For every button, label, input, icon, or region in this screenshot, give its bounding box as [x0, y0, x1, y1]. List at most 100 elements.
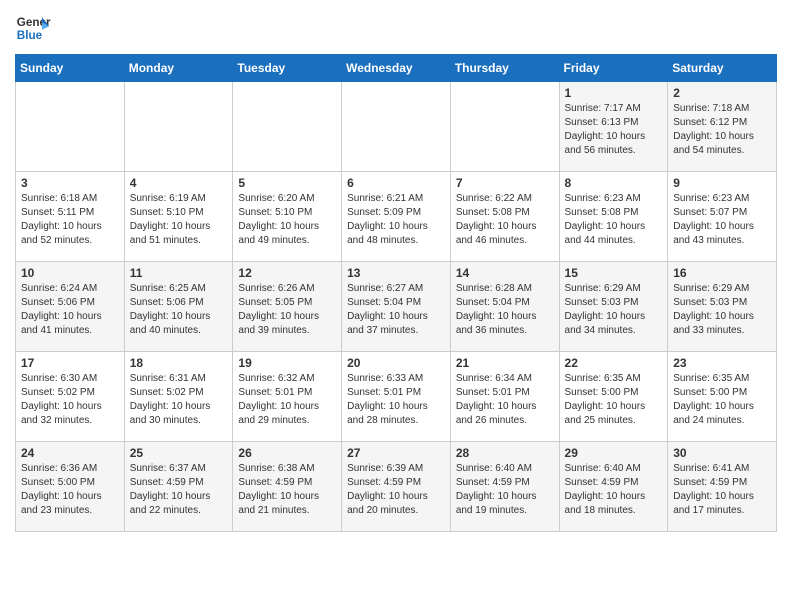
day-info: Sunrise: 6:21 AM Sunset: 5:09 PM Dayligh…	[347, 192, 445, 248]
page-header: General Blue	[15, 10, 777, 46]
day-info: Sunrise: 6:39 AM Sunset: 4:59 PM Dayligh…	[347, 462, 445, 518]
calendar-cell: 28 Sunrise: 6:40 AM Sunset: 4:59 PM Dayli…	[450, 442, 559, 532]
weekday-header: Sunday	[16, 55, 125, 82]
day-info: Sunrise: 6:36 AM Sunset: 5:00 PM Dayligh…	[21, 462, 119, 518]
day-info: Sunrise: 6:32 AM Sunset: 5:01 PM Dayligh…	[238, 372, 336, 428]
calendar-cell: 26 Sunrise: 6:38 AM Sunset: 4:59 PM Dayli…	[233, 442, 342, 532]
calendar-cell	[450, 82, 559, 172]
day-info: Sunrise: 6:30 AM Sunset: 5:02 PM Dayligh…	[21, 372, 119, 428]
day-number: 28	[456, 446, 554, 460]
calendar-body: 1Sunrise: 7:17 AM Sunset: 6:13 PM Daylig…	[16, 82, 777, 532]
day-number: 6	[347, 176, 445, 190]
weekday-header: Monday	[124, 55, 233, 82]
calendar-cell	[124, 82, 233, 172]
calendar-week-row: 24 Sunrise: 6:36 AM Sunset: 5:00 PM Dayli…	[16, 442, 777, 532]
day-number: 14	[456, 266, 554, 280]
day-info: Sunrise: 6:24 AM Sunset: 5:06 PM Dayligh…	[21, 282, 119, 338]
calendar-week-row: 10 Sunrise: 6:24 AM Sunset: 5:06 PM Dayli…	[16, 262, 777, 352]
calendar-cell: 24 Sunrise: 6:36 AM Sunset: 5:00 PM Dayli…	[16, 442, 125, 532]
calendar-cell: 22 Sunrise: 6:35 AM Sunset: 5:00 PM Dayli…	[559, 352, 668, 442]
logo: General Blue	[15, 10, 51, 46]
day-number: 16	[673, 266, 771, 280]
weekday-header: Friday	[559, 55, 668, 82]
day-info: Sunrise: 6:25 AM Sunset: 5:06 PM Dayligh…	[130, 282, 228, 338]
calendar-cell: 12 Sunrise: 6:26 AM Sunset: 5:05 PM Dayli…	[233, 262, 342, 352]
day-number: 22	[565, 356, 663, 370]
day-info: Sunrise: 7:18 AM Sunset: 6:12 PM Dayligh…	[673, 102, 771, 158]
calendar-cell: 3Sunrise: 6:18 AM Sunset: 5:11 PM Daylig…	[16, 172, 125, 262]
day-info: Sunrise: 6:26 AM Sunset: 5:05 PM Dayligh…	[238, 282, 336, 338]
calendar-cell	[233, 82, 342, 172]
calendar-table: SundayMondayTuesdayWednesdayThursdayFrid…	[15, 54, 777, 532]
day-info: Sunrise: 6:19 AM Sunset: 5:10 PM Dayligh…	[130, 192, 228, 248]
day-number: 20	[347, 356, 445, 370]
calendar-cell: 19 Sunrise: 6:32 AM Sunset: 5:01 PM Dayli…	[233, 352, 342, 442]
day-info: Sunrise: 6:41 AM Sunset: 4:59 PM Dayligh…	[673, 462, 771, 518]
day-info: Sunrise: 6:40 AM Sunset: 4:59 PM Dayligh…	[456, 462, 554, 518]
day-number: 10	[21, 266, 119, 280]
calendar-week-row: 3Sunrise: 6:18 AM Sunset: 5:11 PM Daylig…	[16, 172, 777, 262]
day-number: 11	[130, 266, 228, 280]
calendar-cell: 29 Sunrise: 6:40 AM Sunset: 4:59 PM Dayli…	[559, 442, 668, 532]
day-number: 29	[565, 446, 663, 460]
day-number: 27	[347, 446, 445, 460]
day-number: 13	[347, 266, 445, 280]
day-info: Sunrise: 6:38 AM Sunset: 4:59 PM Dayligh…	[238, 462, 336, 518]
calendar-cell: 5 Sunrise: 6:20 AM Sunset: 5:10 PM Daylig…	[233, 172, 342, 262]
calendar-cell: 13 Sunrise: 6:27 AM Sunset: 5:04 PM Dayli…	[342, 262, 451, 352]
calendar-cell: 4Sunrise: 6:19 AM Sunset: 5:10 PM Daylig…	[124, 172, 233, 262]
day-info: Sunrise: 6:29 AM Sunset: 5:03 PM Dayligh…	[565, 282, 663, 338]
day-info: Sunrise: 6:23 AM Sunset: 5:08 PM Dayligh…	[565, 192, 663, 248]
calendar-cell: 9Sunrise: 6:23 AM Sunset: 5:07 PM Daylig…	[668, 172, 777, 262]
weekday-header: Tuesday	[233, 55, 342, 82]
calendar-cell: 1Sunrise: 7:17 AM Sunset: 6:13 PM Daylig…	[559, 82, 668, 172]
day-info: Sunrise: 6:23 AM Sunset: 5:07 PM Dayligh…	[673, 192, 771, 248]
calendar-cell: 23 Sunrise: 6:35 AM Sunset: 5:00 PM Dayli…	[668, 352, 777, 442]
day-info: Sunrise: 6:40 AM Sunset: 4:59 PM Dayligh…	[565, 462, 663, 518]
day-info: Sunrise: 6:37 AM Sunset: 4:59 PM Dayligh…	[130, 462, 228, 518]
calendar-week-row: 1Sunrise: 7:17 AM Sunset: 6:13 PM Daylig…	[16, 82, 777, 172]
day-info: Sunrise: 6:29 AM Sunset: 5:03 PM Dayligh…	[673, 282, 771, 338]
calendar-cell: 21 Sunrise: 6:34 AM Sunset: 5:01 PM Dayli…	[450, 352, 559, 442]
day-number: 17	[21, 356, 119, 370]
day-number: 5	[238, 176, 336, 190]
calendar-cell: 15 Sunrise: 6:29 AM Sunset: 5:03 PM Dayli…	[559, 262, 668, 352]
day-number: 1	[565, 86, 663, 100]
calendar-week-row: 17 Sunrise: 6:30 AM Sunset: 5:02 PM Dayli…	[16, 352, 777, 442]
svg-text:Blue: Blue	[17, 29, 43, 42]
day-number: 8	[565, 176, 663, 190]
day-info: Sunrise: 6:22 AM Sunset: 5:08 PM Dayligh…	[456, 192, 554, 248]
day-number: 15	[565, 266, 663, 280]
calendar-cell: 14 Sunrise: 6:28 AM Sunset: 5:04 PM Dayli…	[450, 262, 559, 352]
day-number: 2	[673, 86, 771, 100]
calendar-cell: 6 Sunrise: 6:21 AM Sunset: 5:09 PM Daylig…	[342, 172, 451, 262]
day-info: Sunrise: 6:28 AM Sunset: 5:04 PM Dayligh…	[456, 282, 554, 338]
calendar-cell: 2 Sunrise: 7:18 AM Sunset: 6:12 PM Daylig…	[668, 82, 777, 172]
day-info: Sunrise: 6:35 AM Sunset: 5:00 PM Dayligh…	[565, 372, 663, 428]
calendar-cell	[342, 82, 451, 172]
calendar-cell: 11 Sunrise: 6:25 AM Sunset: 5:06 PM Dayli…	[124, 262, 233, 352]
calendar-cell: 17 Sunrise: 6:30 AM Sunset: 5:02 PM Dayli…	[16, 352, 125, 442]
day-info: Sunrise: 6:18 AM Sunset: 5:11 PM Dayligh…	[21, 192, 119, 248]
weekday-header: Thursday	[450, 55, 559, 82]
day-number: 26	[238, 446, 336, 460]
day-number: 23	[673, 356, 771, 370]
day-number: 30	[673, 446, 771, 460]
day-number: 12	[238, 266, 336, 280]
day-info: Sunrise: 6:35 AM Sunset: 5:00 PM Dayligh…	[673, 372, 771, 428]
day-info: Sunrise: 6:27 AM Sunset: 5:04 PM Dayligh…	[347, 282, 445, 338]
day-number: 21	[456, 356, 554, 370]
calendar-cell: 16 Sunrise: 6:29 AM Sunset: 5:03 PM Dayli…	[668, 262, 777, 352]
day-info: Sunrise: 6:34 AM Sunset: 5:01 PM Dayligh…	[456, 372, 554, 428]
weekday-header: Wednesday	[342, 55, 451, 82]
day-number: 18	[130, 356, 228, 370]
day-number: 24	[21, 446, 119, 460]
calendar-cell: 27 Sunrise: 6:39 AM Sunset: 4:59 PM Dayli…	[342, 442, 451, 532]
calendar-cell: 10 Sunrise: 6:24 AM Sunset: 5:06 PM Dayli…	[16, 262, 125, 352]
calendar-cell: 7Sunrise: 6:22 AM Sunset: 5:08 PM Daylig…	[450, 172, 559, 262]
day-number: 19	[238, 356, 336, 370]
calendar-cell: 20Sunrise: 6:33 AM Sunset: 5:01 PM Dayli…	[342, 352, 451, 442]
day-info: Sunrise: 6:20 AM Sunset: 5:10 PM Dayligh…	[238, 192, 336, 248]
weekday-header: Saturday	[668, 55, 777, 82]
day-info: Sunrise: 6:31 AM Sunset: 5:02 PM Dayligh…	[130, 372, 228, 428]
